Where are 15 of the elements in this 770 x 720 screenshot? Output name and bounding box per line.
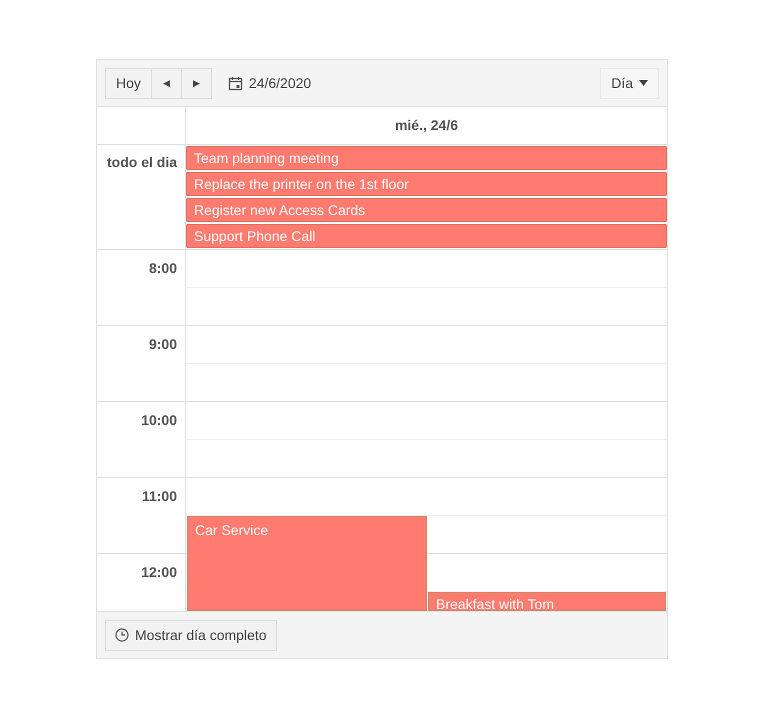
show-full-day-button[interactable]: Mostrar día completo bbox=[105, 620, 276, 650]
date-picker[interactable]: 24/6/2020 bbox=[228, 68, 312, 98]
previous-button[interactable]: ◀ bbox=[152, 68, 182, 98]
caret-icon bbox=[639, 80, 648, 86]
hour-label: 10:00 bbox=[141, 412, 177, 428]
next-button[interactable]: ▶ bbox=[182, 68, 212, 98]
day-header: mié., 24/6 bbox=[394, 116, 460, 135]
hour-label: 12:00 bbox=[141, 564, 177, 580]
today-button[interactable]: Hoy bbox=[105, 68, 152, 98]
view-dropdown[interactable]: Día bbox=[600, 68, 659, 98]
calendar-icon bbox=[228, 76, 243, 90]
hour-label: 8:00 bbox=[148, 260, 177, 276]
hour-label: 11:00 bbox=[142, 488, 177, 504]
clock-icon bbox=[115, 628, 129, 642]
hour-label: 9:00 bbox=[148, 336, 177, 352]
